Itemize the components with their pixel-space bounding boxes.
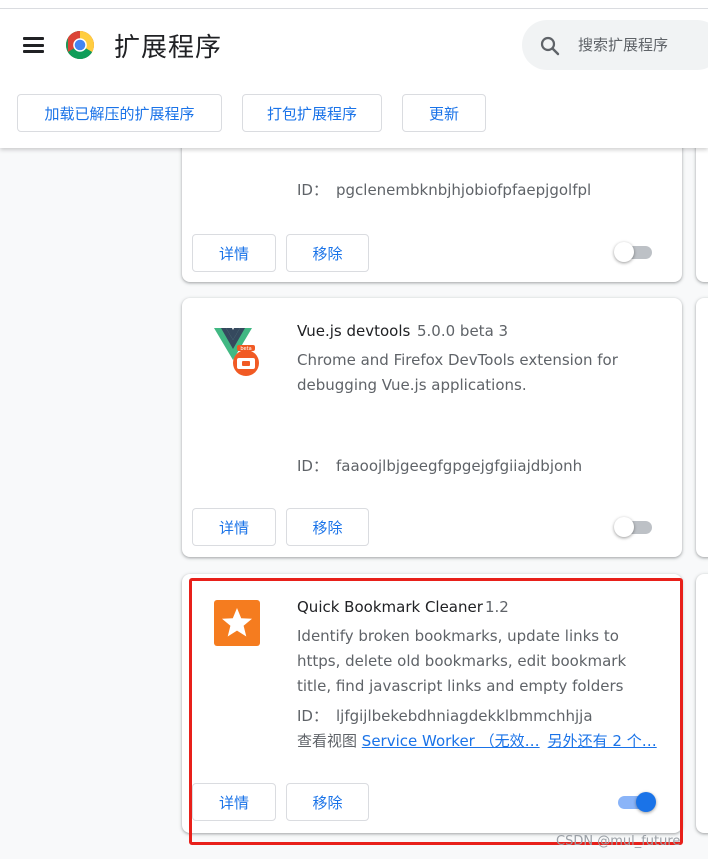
extension-name: Quick Bookmark Cleaner bbox=[297, 598, 483, 616]
enable-toggle[interactable] bbox=[614, 242, 654, 262]
menu-icon[interactable] bbox=[23, 37, 44, 53]
inspect-views: 查看视图 Service Worker （无效… 另外还有 2 个… bbox=[297, 732, 657, 750]
pack-extension-button[interactable]: 打包扩展程序 bbox=[242, 94, 382, 132]
remove-button[interactable]: 移除 bbox=[286, 508, 369, 546]
extension-id: ID： faaoojlbjgeegfgpgejgfgiiajdbjonh bbox=[297, 457, 583, 475]
toolbar: 扩展程序 加载已解压的扩展程序 打包扩展程序 更新 bbox=[0, 0, 708, 148]
extension-version: 5.0.0 beta 3 bbox=[417, 322, 509, 340]
chrome-logo-icon bbox=[66, 31, 94, 59]
svg-text:beta: beta bbox=[240, 346, 251, 352]
adjacent-extension-card bbox=[696, 574, 708, 833]
extension-id: ID： ljfgijlbekebdhniagdekklbmmchhjja bbox=[297, 707, 593, 725]
vue-devtools-icon: beta bbox=[214, 328, 259, 376]
extension-name: Vue.js devtools bbox=[297, 322, 411, 340]
adjacent-extension-card bbox=[696, 298, 708, 557]
details-button[interactable]: 详情 bbox=[192, 234, 276, 272]
details-button[interactable]: 详情 bbox=[192, 508, 276, 546]
extension-version: 1.2 bbox=[485, 598, 509, 616]
more-views-link[interactable]: 另外还有 2 个… bbox=[548, 732, 657, 750]
star-icon bbox=[214, 600, 260, 646]
remove-button[interactable]: 移除 bbox=[286, 783, 369, 821]
search-box[interactable] bbox=[522, 20, 708, 70]
enable-toggle[interactable] bbox=[614, 792, 656, 812]
details-button[interactable]: 详情 bbox=[192, 783, 276, 821]
extension-card-vue-devtools: beta Vue.js devtools 5.0.0 beta 3 Chrome… bbox=[182, 298, 682, 557]
search-input[interactable] bbox=[578, 33, 708, 57]
enable-toggle[interactable] bbox=[614, 517, 654, 537]
extension-card-quick-bookmark-cleaner: Quick Bookmark Cleaner 1.2 Identify brok… bbox=[182, 574, 682, 833]
extension-id: ID： pgclenembknbjhjobiofpfaepjgolfpl bbox=[297, 181, 592, 199]
service-worker-link[interactable]: Service Worker （无效… bbox=[362, 732, 540, 750]
update-button[interactable]: 更新 bbox=[402, 94, 486, 132]
remove-button[interactable]: 移除 bbox=[286, 234, 369, 272]
search-icon bbox=[540, 36, 560, 56]
watermark: CSDN @mul_future bbox=[556, 834, 681, 849]
extension-description: Chrome and Firefox DevTools extension fo… bbox=[297, 351, 618, 394]
page-title: 扩展程序 bbox=[114, 33, 223, 63]
window-top-edge bbox=[0, 0, 708, 9]
load-unpacked-button[interactable]: 加载已解压的扩展程序 bbox=[17, 94, 222, 132]
extension-description: Identify broken bookmarks, update links … bbox=[297, 627, 627, 695]
